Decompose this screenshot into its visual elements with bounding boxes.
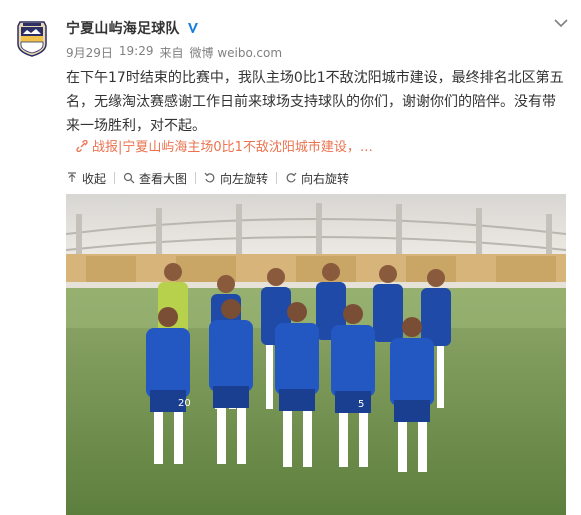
toolbar-divider [195, 172, 197, 184]
post-text: 在下午17时结束的比赛中，我队主场0比1不敌沈阳城市建设，最终排名北区第五名，无… [66, 70, 564, 134]
collapse-icon [68, 172, 76, 182]
chevron-down-icon [554, 19, 568, 28]
rotate-right-button[interactable]: 向右旋转 [285, 170, 349, 187]
search-icon [123, 172, 135, 184]
post-time[interactable]: 19:29 [119, 44, 154, 61]
toolbar-divider [114, 172, 116, 184]
rotate-right-icon [286, 172, 297, 183]
collapse-label: 收起 [82, 171, 107, 186]
rotate-left-label: 向左旋转 [220, 171, 269, 186]
rotate-left-icon [204, 172, 215, 183]
article-link[interactable]: 战报|宁夏山屿海主场0比1不敌沈阳城市建设，… [76, 136, 373, 155]
collapse-button[interactable]: 收起 [66, 170, 106, 187]
post-date[interactable]: 9月29日 [66, 44, 113, 61]
post-menu-button[interactable] [553, 14, 569, 28]
jersey-number-5: 5 [358, 399, 364, 410]
team-logo-avatar [17, 21, 47, 57]
view-large-button[interactable]: 查看大图 [123, 170, 187, 187]
link-icon [76, 139, 88, 152]
view-large-label: 查看大图 [139, 171, 188, 186]
rotate-right-label: 向右旋转 [301, 171, 350, 186]
jersey-number-20: 20 [178, 398, 191, 409]
account-name[interactable]: 宁夏山屿海足球队 [66, 18, 180, 38]
team-photo[interactable]: 20 5 [66, 194, 566, 515]
verified-icon [185, 21, 200, 35]
image-toolbar: 收起 查看大图 向左旋转 向右旋转 [66, 168, 349, 188]
source-prefix: 来自 [159, 46, 184, 60]
article-link-label[interactable]: 战报|宁夏山屿海主场0比1不敌沈阳城市建设，… [92, 136, 373, 155]
avatar[interactable] [12, 18, 52, 58]
post-source[interactable]: 微博 weibo.com [190, 44, 283, 61]
toolbar-divider [276, 172, 278, 184]
team-photo-image: 20 5 [66, 194, 566, 515]
rotate-left-button[interactable]: 向左旋转 [204, 170, 268, 187]
